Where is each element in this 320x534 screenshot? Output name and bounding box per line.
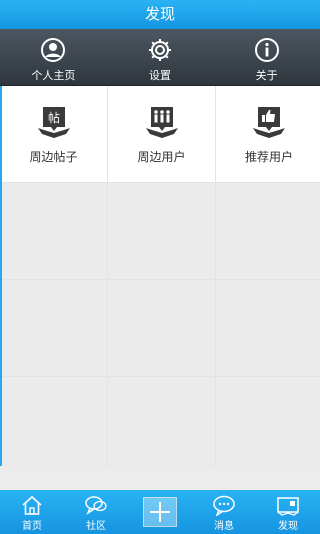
info-icon <box>254 38 279 62</box>
nearby-users-icon <box>145 106 178 138</box>
grid-empty-cell <box>0 280 107 376</box>
tab-home[interactable]: 首页 <box>0 490 64 534</box>
left-edge-divider <box>0 86 2 466</box>
tab-label: 发现 <box>278 521 298 532</box>
plus-icon <box>150 502 170 522</box>
grid-empty-cell <box>108 183 215 279</box>
grid-empty-cell <box>216 183 320 279</box>
grid-item-nearby-users[interactable]: 周边用户 <box>108 86 215 182</box>
about-button[interactable]: 关于 <box>213 29 320 85</box>
discover-grid: 帖 周边帖子 周边用户 推荐用户 <box>0 86 320 469</box>
tab-community[interactable]: 社区 <box>64 490 128 534</box>
grid-empty-cell <box>216 377 320 469</box>
settings-button[interactable]: 设置 <box>107 29 214 85</box>
nearby-posts-icon: 帖 <box>37 106 70 138</box>
add-button[interactable] <box>143 497 177 527</box>
top-toolbar: 个人主页 设置 关于 <box>0 29 320 86</box>
tab-label: 社区 <box>86 521 106 532</box>
community-icon <box>85 496 107 515</box>
bottom-tab-bar: 首页 社区 消息 发现 <box>0 490 320 534</box>
about-label: 关于 <box>255 69 278 82</box>
grid-item-recommend-users[interactable]: 推荐用户 <box>216 86 320 182</box>
user-circle-icon <box>41 38 66 62</box>
grid-empty-cell <box>0 183 107 279</box>
tab-label: 消息 <box>214 521 234 532</box>
grid-empty-cell <box>216 280 320 376</box>
grid-item-label: 推荐用户 <box>244 149 293 164</box>
tab-label: 首页 <box>22 521 42 532</box>
message-icon <box>213 495 235 516</box>
grid-item-nearby-posts[interactable]: 帖 周边帖子 <box>0 86 107 182</box>
grid-empty-cell <box>108 377 215 469</box>
gear-icon <box>149 39 171 61</box>
svg-text:帖: 帖 <box>47 110 59 125</box>
discover-icon <box>277 497 299 516</box>
home-icon <box>22 495 42 515</box>
tab-add[interactable] <box>128 490 192 534</box>
tab-messages[interactable]: 消息 <box>192 490 256 534</box>
profile-label: 个人主页 <box>31 69 76 82</box>
tab-discover[interactable]: 发现 <box>256 490 320 534</box>
profile-button[interactable]: 个人主页 <box>0 29 107 85</box>
grid-empty-cell <box>108 280 215 376</box>
settings-label: 设置 <box>149 69 171 82</box>
page-title: 发现 <box>0 0 320 29</box>
recommend-users-icon <box>253 106 285 138</box>
grid-empty-cell <box>0 377 107 469</box>
grid-item-label: 周边帖子 <box>29 149 78 164</box>
grid-item-label: 周边用户 <box>137 149 186 164</box>
